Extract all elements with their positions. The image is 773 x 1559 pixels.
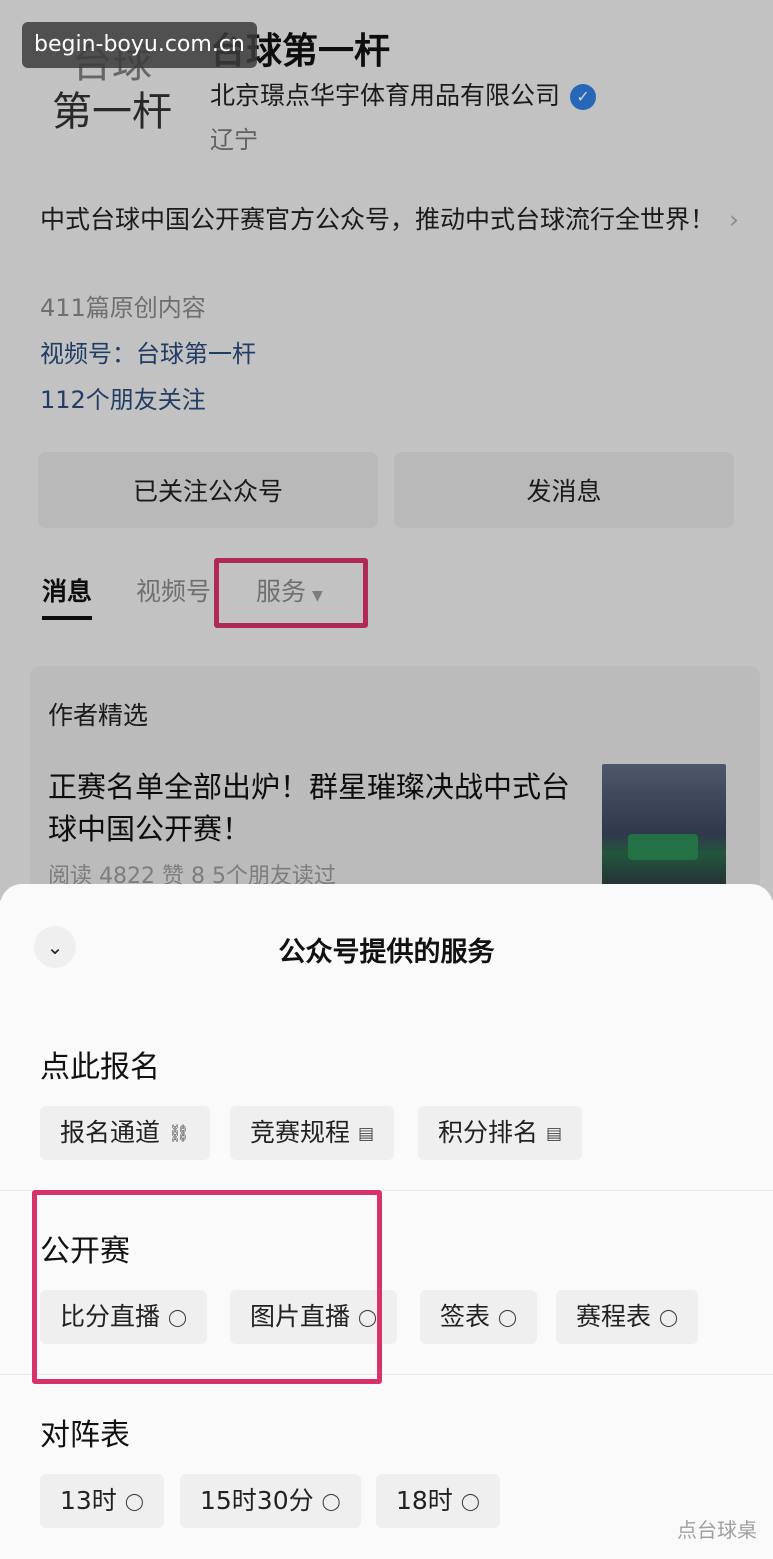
service-chip-draw[interactable]: 签表 ◯ (420, 1290, 538, 1344)
chip-label: 赛程表 (576, 1302, 652, 1331)
service-chip-rules[interactable]: 竞赛规程 ▤ (230, 1106, 395, 1160)
doc-icon: ▤ (358, 1124, 375, 1144)
chip-label: 签表 (440, 1302, 491, 1331)
doc-icon: ▤ (546, 1124, 563, 1144)
chip-label: 18时 (396, 1486, 453, 1515)
chat-icon: ◯ (321, 1492, 341, 1512)
chip-label: 13时 (60, 1486, 117, 1515)
chat-icon: ◯ (659, 1308, 679, 1328)
link-icon: ⛓ (168, 1124, 190, 1144)
service-chip-18h[interactable]: 18时 ◯ (376, 1474, 500, 1528)
footer-watermark: 点台球桌 (677, 1518, 757, 1542)
chip-label: 报名通道 (60, 1118, 161, 1147)
chat-icon: ◯ (498, 1308, 518, 1328)
service-chip-ranking[interactable]: 积分排名 ▤ (418, 1106, 583, 1160)
chip-label: 积分排名 (438, 1118, 539, 1147)
overlay-dim[interactable] (0, 0, 773, 900)
watermark: begin-boyu.com.cn (22, 22, 257, 68)
chat-icon: ◯ (124, 1492, 144, 1512)
profile-page: begin-boyu.com.cn 台球 第一杆 台球第一杆 北京璟点华宇体育用… (0, 0, 773, 966)
service-chip-15h30[interactable]: 15时30分 ◯ (180, 1474, 361, 1528)
highlight-box-open-services (32, 1190, 382, 1384)
chip-label: 15时30分 (200, 1486, 314, 1515)
group-title-signup: 点此报名 (40, 1050, 160, 1085)
sheet-title: 公众号提供的服务 (278, 937, 495, 968)
chip-label: 竞赛规程 (250, 1118, 351, 1147)
service-chip-schedule[interactable]: 赛程表 ◯ (556, 1290, 699, 1344)
group-title-matchups: 对阵表 (40, 1418, 130, 1453)
service-chip-13h[interactable]: 13时 ◯ (40, 1474, 164, 1528)
chat-icon: ◯ (460, 1492, 480, 1512)
service-chip-signup-channel[interactable]: 报名通道 ⛓ (40, 1106, 210, 1160)
